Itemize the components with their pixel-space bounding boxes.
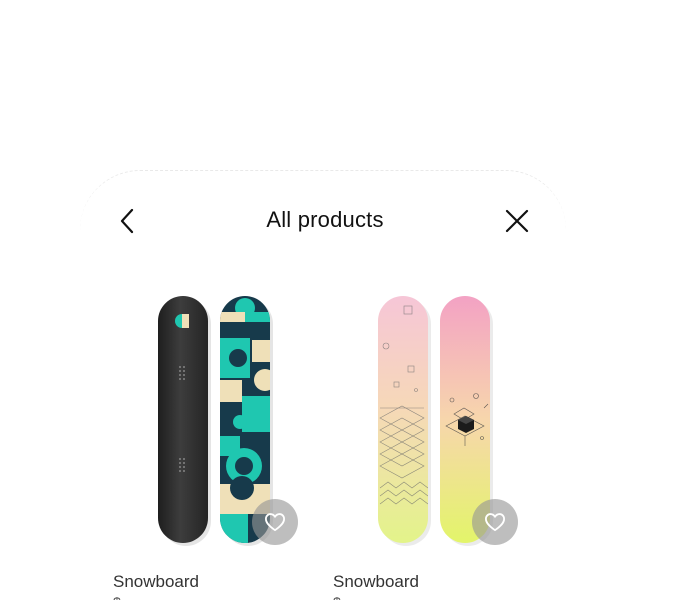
heart-icon xyxy=(484,513,505,532)
product-price: $ xyxy=(333,594,341,600)
heart-icon xyxy=(264,513,285,532)
product-image[interactable] xyxy=(104,288,308,552)
favorite-button[interactable] xyxy=(252,499,298,545)
product-grid: Snowboard $ xyxy=(104,288,544,600)
top-bar: All products xyxy=(100,190,550,252)
product-name[interactable]: Snowboard xyxy=(333,572,419,592)
page-title: All products xyxy=(266,207,384,232)
product-card[interactable]: Snowboard $ xyxy=(324,288,528,600)
product-sheet: All products Snowboard Snowboard xyxy=(0,0,690,600)
favorite-button[interactable] xyxy=(472,499,518,545)
product-image[interactable] xyxy=(324,288,528,552)
close-icon xyxy=(505,209,529,233)
close-button[interactable] xyxy=(498,202,536,240)
product-card[interactable]: Snowboard $ xyxy=(104,288,308,600)
product-name[interactable]: Snowboard xyxy=(113,572,199,592)
product-price: $ xyxy=(113,594,121,600)
